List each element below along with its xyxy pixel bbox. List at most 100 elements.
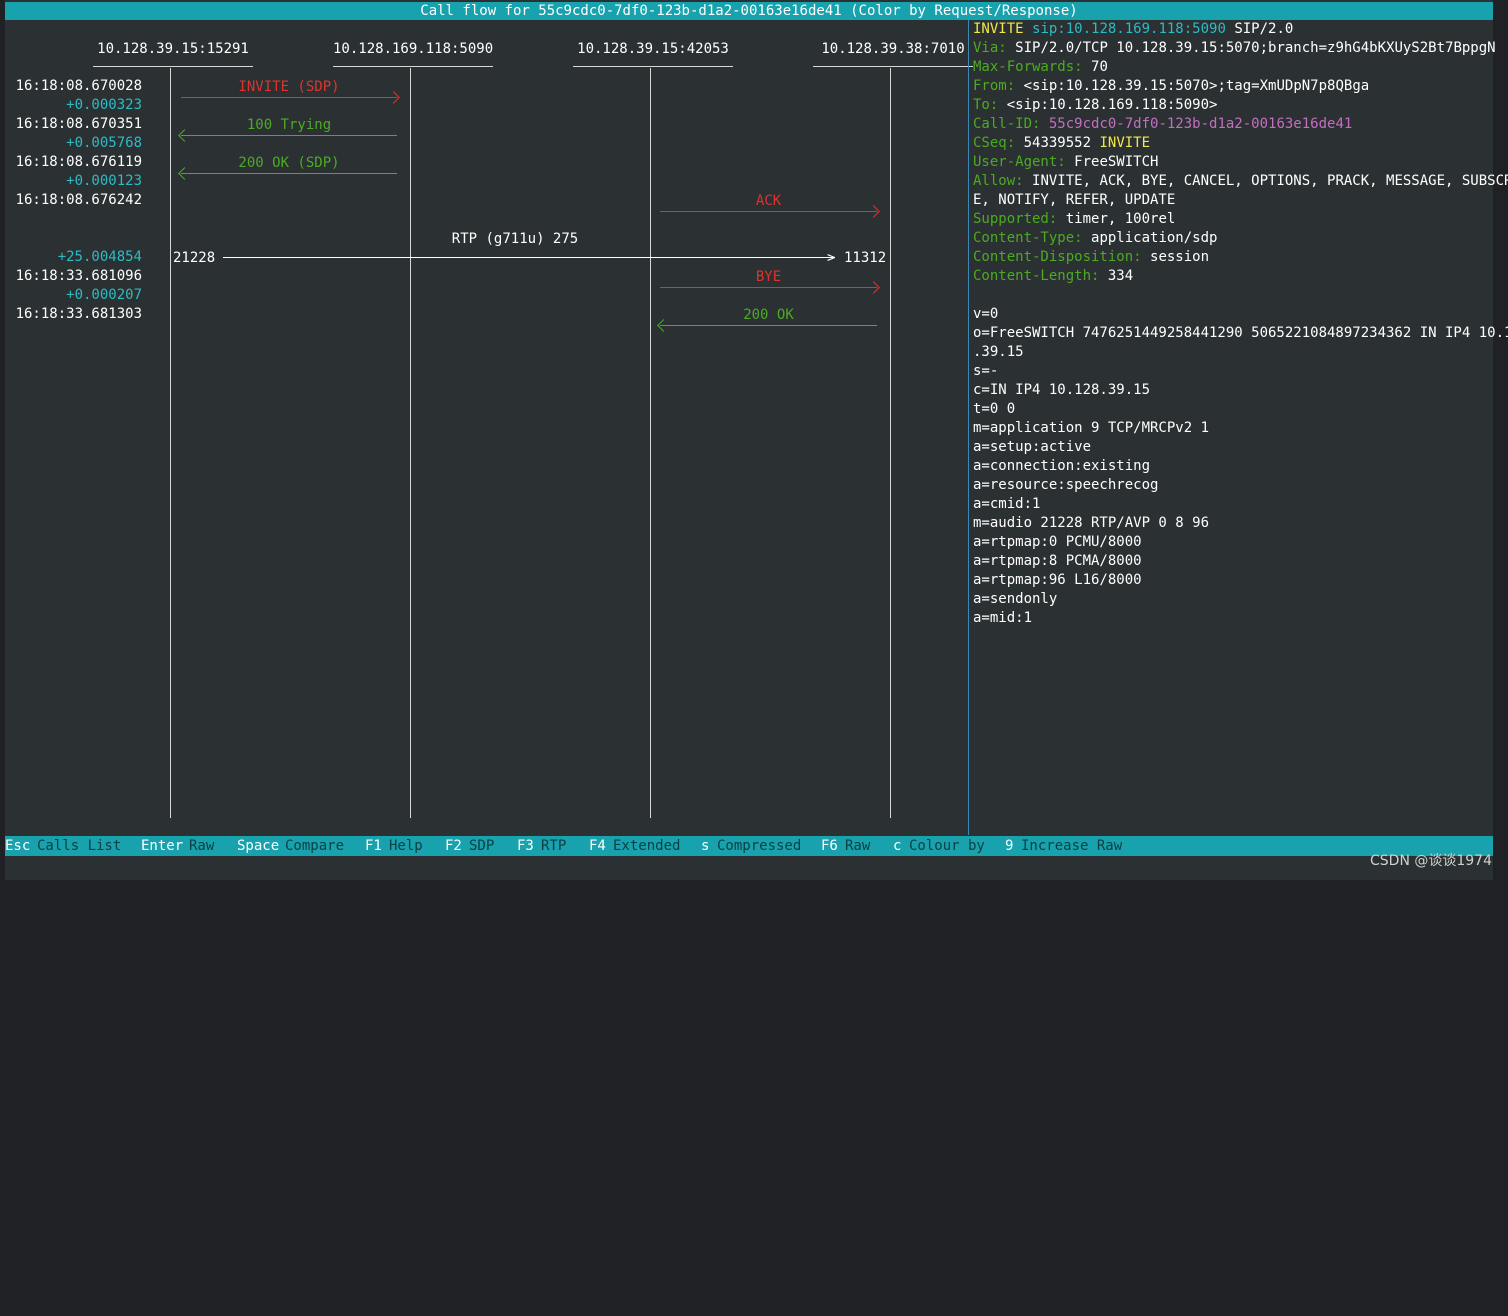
sdp-line: .39.15 xyxy=(973,344,1024,360)
header-from: From: <sip:10.128.39.15:5070>;tag=XmUDpN… xyxy=(973,77,1369,96)
rtp-stream-line[interactable] xyxy=(223,257,835,258)
header-value: application/sdp xyxy=(1091,230,1218,246)
header-value: 334 xyxy=(1107,268,1134,284)
panel-divider xyxy=(968,20,969,835)
key-c[interactable]: c xyxy=(893,836,901,856)
header-value: INVITE, ACK, BYE, CANCEL, OPTIONS, PRACK… xyxy=(1032,173,1508,189)
lifeline-2 xyxy=(410,68,411,818)
header-value: timer, 100rel xyxy=(1065,211,1176,227)
header-value: FreeSWITCH xyxy=(1074,154,1159,170)
sdp-line: o=FreeSWITCH 7476251449258441290 5065221… xyxy=(973,325,1508,341)
message-bye[interactable]: BYE xyxy=(660,268,880,294)
sdp-line: a=connection:existing xyxy=(973,458,1151,474)
message-label: ACK xyxy=(755,193,782,209)
host-2: 10.128.169.118:5090 xyxy=(333,41,494,57)
message-100-trying[interactable]: 100 Trying xyxy=(178,116,397,142)
sdp-line: m=audio 21228 RTP/AVP 0 8 96 xyxy=(973,515,1210,531)
action-compressed[interactable]: Compressed xyxy=(717,836,801,856)
header-name: Via: xyxy=(973,40,1007,56)
action-sdp[interactable]: SDP xyxy=(469,836,494,856)
action-colour-by[interactable]: Colour by xyxy=(909,836,985,856)
sdp-line: v=0 xyxy=(973,306,999,322)
timestamp[interactable]: 16:18:33.681096 xyxy=(16,268,142,284)
key-s[interactable]: s xyxy=(701,836,709,856)
header-value: 54339552 xyxy=(1023,135,1092,151)
action-help[interactable]: Help xyxy=(389,836,423,856)
arrow-line xyxy=(660,325,877,326)
header-name: Content-Disposition: xyxy=(973,249,1142,265)
action-rtp[interactable]: RTP xyxy=(541,836,566,856)
arrow-right-icon: > xyxy=(827,250,836,266)
key-enter[interactable]: Enter xyxy=(141,836,183,856)
host-2-underline xyxy=(333,66,493,67)
request-method: INVITE xyxy=(973,21,1024,37)
action-extended[interactable]: Extended xyxy=(613,836,680,856)
sdp-line: t=0 0 xyxy=(973,401,1016,417)
header-max-forwards: Max-Forwards: 70 xyxy=(973,58,1108,77)
sip-version: SIP/2.0 xyxy=(1234,21,1294,37)
header-name: User-Agent: xyxy=(973,154,1066,170)
sdp-line: a=setup:active xyxy=(973,439,1092,455)
header-content-disposition: Content-Disposition: session xyxy=(973,248,1209,267)
arrow-line xyxy=(181,97,397,98)
action-compare[interactable]: Compare xyxy=(285,836,344,856)
sdp-line: m=application 9 TCP/MRCPv2 1 xyxy=(973,420,1210,436)
timestamp-delta: +0.000123 xyxy=(66,173,142,189)
key-f4[interactable]: F4 xyxy=(589,836,606,856)
sdp-line: a=rtpmap:0 PCMU/8000 xyxy=(973,534,1142,550)
key-space[interactable]: Space xyxy=(237,836,279,856)
sdp-line: a=rtpmap:96 L16/8000 xyxy=(973,572,1142,588)
csdn-watermark: CSDN @谈谈1974 xyxy=(1370,853,1492,869)
sdp-line: a=resource:speechrecog xyxy=(973,477,1159,493)
action-raw[interactable]: Raw xyxy=(189,836,214,856)
lifeline-1 xyxy=(170,68,171,818)
action-increase-raw[interactable]: Increase Raw xyxy=(1021,836,1122,856)
header-value: E, NOTIFY, REFER, UPDATE xyxy=(973,192,1176,208)
message-ack[interactable]: ACK xyxy=(660,192,880,218)
header-name: To: xyxy=(973,97,999,113)
lifeline-3 xyxy=(650,68,651,818)
arrow-line xyxy=(660,287,877,288)
timestamp[interactable]: 16:18:33.681303 xyxy=(16,306,142,322)
header-to: To: <sip:10.128.169.118:5090> xyxy=(973,96,1217,115)
key-f3[interactable]: F3 xyxy=(517,836,534,856)
timestamp-column: 16:18:08.670028 +0.000323 16:18:08.67035… xyxy=(5,20,142,835)
header-value: 70 xyxy=(1091,59,1108,75)
host-3: 10.128.39.15:42053 xyxy=(577,41,729,57)
action-raw-f6[interactable]: Raw xyxy=(845,836,870,856)
header-content-type: Content-Type: application/sdp xyxy=(973,229,1217,248)
key-f6[interactable]: F6 xyxy=(821,836,838,856)
timestamp-delta: +25.004854 xyxy=(57,249,142,265)
header-value: session xyxy=(1150,249,1210,265)
action-calls-list[interactable]: Calls List xyxy=(37,836,121,856)
message-200-ok-sdp[interactable]: 200 OK (SDP) xyxy=(178,154,397,180)
key-9[interactable]: 9 xyxy=(1005,836,1013,856)
header-call-id: Call-ID: 55c9cdc0-7df0-123b-d1a2-00163e1… xyxy=(973,115,1352,134)
message-invite[interactable]: INVITE (SDP) xyxy=(181,78,400,104)
timestamp[interactable]: 16:18:08.670351 xyxy=(16,116,142,132)
message-label: 100 Trying xyxy=(246,117,332,133)
host-4-underline xyxy=(813,66,973,67)
timestamp[interactable]: 16:18:08.676119 xyxy=(16,154,142,170)
message-label: 200 OK (SDP) xyxy=(238,155,340,171)
timestamp[interactable]: 16:18:08.670028 xyxy=(16,78,142,94)
header-name: Supported: xyxy=(973,211,1058,227)
sdp-line: a=cmid:1 xyxy=(973,496,1041,512)
terminal-screen: Call flow for 55c9cdc0-7df0-123b-d1a2-00… xyxy=(5,0,1508,880)
timestamp-delta: +0.005768 xyxy=(66,135,142,151)
timestamp[interactable]: 16:18:08.676242 xyxy=(16,192,142,208)
timestamp-delta: +0.000207 xyxy=(66,287,142,303)
message-detail-panel: INVITE sip:10.128.169.118:5090 SIP/2.0 V… xyxy=(973,20,1508,835)
sdp-line: c=IN IP4 10.128.39.15 xyxy=(973,382,1151,398)
rtp-stream-label: RTP (g711u) 275 xyxy=(451,231,579,247)
arrow-line xyxy=(660,211,877,212)
key-f2[interactable]: F2 xyxy=(445,836,462,856)
host-4: 10.128.39.38:7010 xyxy=(821,41,965,57)
host-3-underline xyxy=(573,66,733,67)
header-name: Content-Type: xyxy=(973,230,1083,246)
key-esc[interactable]: Esc xyxy=(5,836,30,856)
timestamp-delta: +0.000323 xyxy=(66,97,142,113)
header-name: Call-ID: xyxy=(973,116,1041,132)
key-f1[interactable]: F1 xyxy=(365,836,382,856)
message-200-ok[interactable]: 200 OK xyxy=(657,306,877,332)
